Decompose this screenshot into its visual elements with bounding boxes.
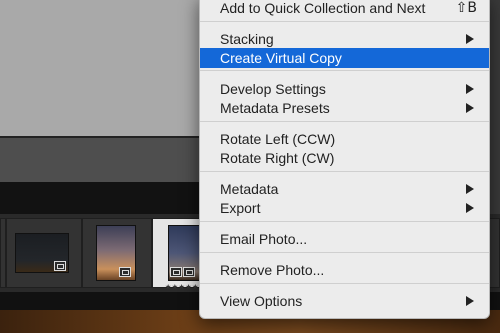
filmstrip-thumb-selected[interactable] <box>152 218 203 288</box>
menu-separator <box>200 21 489 22</box>
menu-separator <box>200 283 489 284</box>
star-rating[interactable]: ★★★★★ <box>165 283 199 291</box>
menu-item-label: Create Virtual Copy <box>220 50 342 66</box>
menu-item-metadata-presets[interactable]: Metadata Presets <box>200 98 489 118</box>
menu-item-rotate-left[interactable]: Rotate Left (CCW) <box>200 129 489 149</box>
menu-item-label: Email Photo... <box>220 231 308 247</box>
menu-separator <box>200 221 489 222</box>
menu-item-label: Rotate Right (CW) <box>220 150 335 166</box>
submenu-arrow-icon <box>466 203 474 213</box>
menu-separator <box>200 171 489 172</box>
menu-item-stacking[interactable]: Stacking <box>200 29 489 49</box>
menu-item-remove-photo[interactable]: Remove Photo... <box>200 260 489 280</box>
submenu-arrow-icon <box>466 103 474 113</box>
menu-item-label: Remove Photo... <box>220 262 325 278</box>
submenu-arrow-icon <box>466 296 474 306</box>
menu-item-label: View Options <box>220 293 303 309</box>
menu-item-email-photo[interactable]: Email Photo... <box>200 229 489 249</box>
menu-item-label: Add to Quick Collection and Next <box>220 0 426 16</box>
context-menu: Add to Quick Collection and Next ⇧B Stac… <box>199 0 490 319</box>
menu-item-view-options[interactable]: View Options <box>200 291 489 311</box>
submenu-arrow-icon <box>466 84 474 94</box>
virtual-copy-badge-icon <box>54 261 66 271</box>
menu-item-rotate-right[interactable]: Rotate Right (CW) <box>200 148 489 168</box>
menu-item-label: Stacking <box>220 31 274 47</box>
menu-item-label: Export <box>220 200 261 216</box>
menu-item-create-virtual-copy[interactable]: Create Virtual Copy <box>200 48 489 68</box>
menu-item-export[interactable]: Export <box>200 198 489 218</box>
submenu-arrow-icon <box>466 184 474 194</box>
crop-badge-icon <box>183 267 195 277</box>
virtual-copy-badge-icon <box>170 267 182 277</box>
menu-item-metadata[interactable]: Metadata <box>200 179 489 199</box>
menu-item-label: Develop Settings <box>220 81 326 97</box>
menu-separator <box>200 70 489 71</box>
menu-item-label: Metadata Presets <box>220 100 330 116</box>
virtual-copy-badge-icon <box>119 267 131 277</box>
submenu-arrow-icon <box>466 34 474 44</box>
menu-separator <box>200 252 489 253</box>
menu-item-label: Rotate Left (CCW) <box>220 131 336 147</box>
menu-item-develop-settings[interactable]: Develop Settings <box>200 79 489 99</box>
filmstrip-thumb[interactable] <box>82 218 152 288</box>
filmstrip-thumb[interactable] <box>6 218 82 288</box>
menu-item-label: Metadata <box>220 181 279 197</box>
menu-separator <box>200 121 489 122</box>
keyboard-shortcut: ⇧B <box>455 0 477 16</box>
menu-item-add-to-quick-collection-and-next[interactable]: Add to Quick Collection and Next ⇧B <box>200 0 489 18</box>
